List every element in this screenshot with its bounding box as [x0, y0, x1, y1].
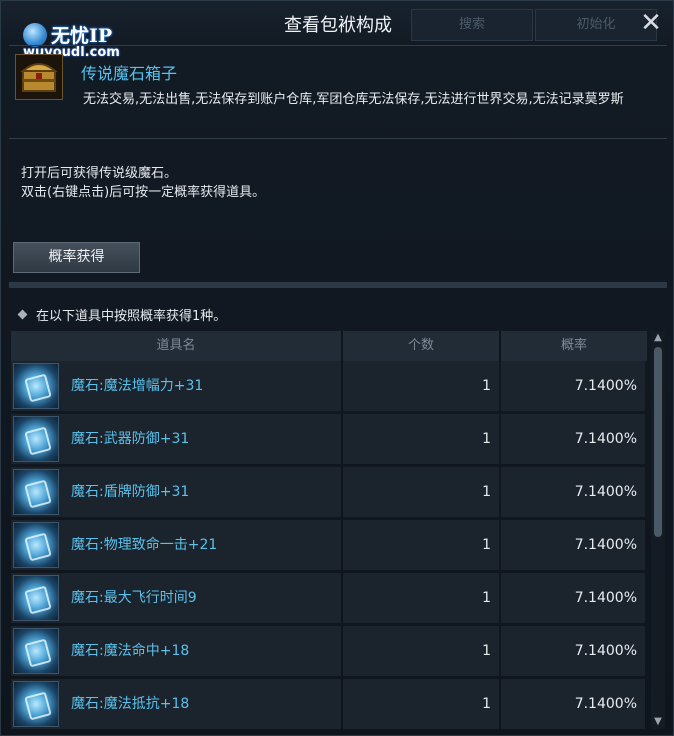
- manastone-icon[interactable]: [13, 522, 59, 568]
- item-header: 传说魔石箱子 无法交易,无法出售,无法保存到账户仓库,军团仓库无法保存,无法进行…: [9, 45, 667, 139]
- table-row[interactable]: 魔石:物理致命一击+21 1 7.1400%: [11, 520, 647, 572]
- table-row[interactable]: 魔石:魔法命中+18 1 7.1400%: [11, 626, 647, 678]
- probability-cell: 7.1400%: [574, 590, 637, 606]
- table-row[interactable]: 魔石:最大飞行时间9 1 7.1400%: [11, 573, 647, 625]
- quantity-cell: 1: [482, 378, 491, 394]
- probability-cell: 7.1400%: [574, 378, 637, 394]
- header-quantity[interactable]: 个数: [343, 331, 501, 361]
- probability-cell: 7.1400%: [574, 696, 637, 712]
- description-line-2: 双击(右键点击)后可按一定概率获得道具。: [21, 185, 266, 200]
- quantity-cell: 1: [482, 643, 491, 659]
- manastone-icon[interactable]: [13, 416, 59, 462]
- scroll-up-arrow-icon[interactable]: ▲: [651, 331, 665, 345]
- quantity-cell: 1: [482, 484, 491, 500]
- diamond-bullet-icon: [17, 309, 28, 320]
- manastone-icon[interactable]: [13, 363, 59, 409]
- item-name-cell: 魔石:武器防御+31: [71, 431, 190, 447]
- table-scrollbar[interactable]: ▲ ▼: [651, 331, 665, 729]
- table-row[interactable]: 魔石:武器防御+31 1 7.1400%: [11, 414, 647, 466]
- manastone-icon[interactable]: [13, 575, 59, 621]
- item-name-cell: 魔石:魔法增幅力+31: [71, 378, 204, 394]
- item-name-cell: 魔石:魔法抵抗+18: [71, 696, 190, 712]
- probability-cell: 7.1400%: [574, 484, 637, 500]
- bundle-contents-window: 查看包袱构成 搜索 初始化 ✕ 无忧IP wuyoudl.com 传说魔石箱子 …: [0, 0, 674, 736]
- manastone-icon[interactable]: [13, 469, 59, 515]
- item-name-cell: 魔石:最大飞行时间9: [71, 590, 197, 606]
- quantity-cell: 1: [482, 431, 491, 447]
- table-row[interactable]: 魔石:魔法抵抗+18 1 7.1400%: [11, 679, 647, 731]
- search-button[interactable]: 搜索: [411, 9, 533, 41]
- probability-cell: 7.1400%: [574, 643, 637, 659]
- section-divider: [9, 282, 667, 288]
- item-name-cell: 魔石:物理致命一击+21: [71, 537, 218, 553]
- watermark-brand: 无忧IP: [51, 25, 113, 47]
- probability-cell: 7.1400%: [574, 537, 637, 553]
- table-row[interactable]: 魔石:盾牌防御+31 1 7.1400%: [11, 467, 647, 519]
- quantity-cell: 1: [482, 696, 491, 712]
- description-line-1: 打开后可获得传说级魔石。: [21, 166, 178, 181]
- drop-note-text: 在以下道具中按照概率获得1种。: [36, 309, 227, 324]
- quantity-cell: 1: [482, 590, 491, 606]
- item-name-cell: 魔石:盾牌防御+31: [71, 484, 190, 500]
- scroll-thumb[interactable]: [654, 347, 662, 537]
- item-restrictions: 无法交易,无法出售,无法保存到账户仓库,军团仓库无法保存,无法进行世界交易,无法…: [83, 92, 624, 107]
- probability-cell: 7.1400%: [574, 431, 637, 447]
- item-name: 传说魔石箱子: [81, 64, 178, 83]
- table-header: 道具名 个数 概率: [11, 331, 647, 361]
- quantity-cell: 1: [482, 537, 491, 553]
- treasure-chest-icon[interactable]: [15, 54, 63, 100]
- drop-table: 道具名 个数 概率 魔石:魔法增幅力+31 1 7.1400% 魔石:武器防御+…: [11, 331, 647, 729]
- header-probability[interactable]: 概率: [501, 331, 647, 361]
- header-item-name[interactable]: 道具名: [11, 331, 343, 361]
- drop-note: 在以下道具中按照概率获得1种。: [17, 305, 227, 324]
- close-button[interactable]: ✕: [637, 9, 665, 37]
- table-row[interactable]: 魔石:魔法增幅力+31 1 7.1400%: [11, 361, 647, 413]
- item-description: 打开后可获得传说级魔石。 双击(右键点击)后可按一定概率获得道具。: [21, 164, 265, 202]
- watermark-logo-icon: [23, 23, 47, 47]
- item-name-cell: 魔石:魔法命中+18: [71, 643, 190, 659]
- probability-button[interactable]: 概率获得: [13, 242, 140, 273]
- scroll-down-arrow-icon[interactable]: ▼: [651, 715, 665, 729]
- manastone-icon[interactable]: [13, 681, 59, 727]
- manastone-icon[interactable]: [13, 628, 59, 674]
